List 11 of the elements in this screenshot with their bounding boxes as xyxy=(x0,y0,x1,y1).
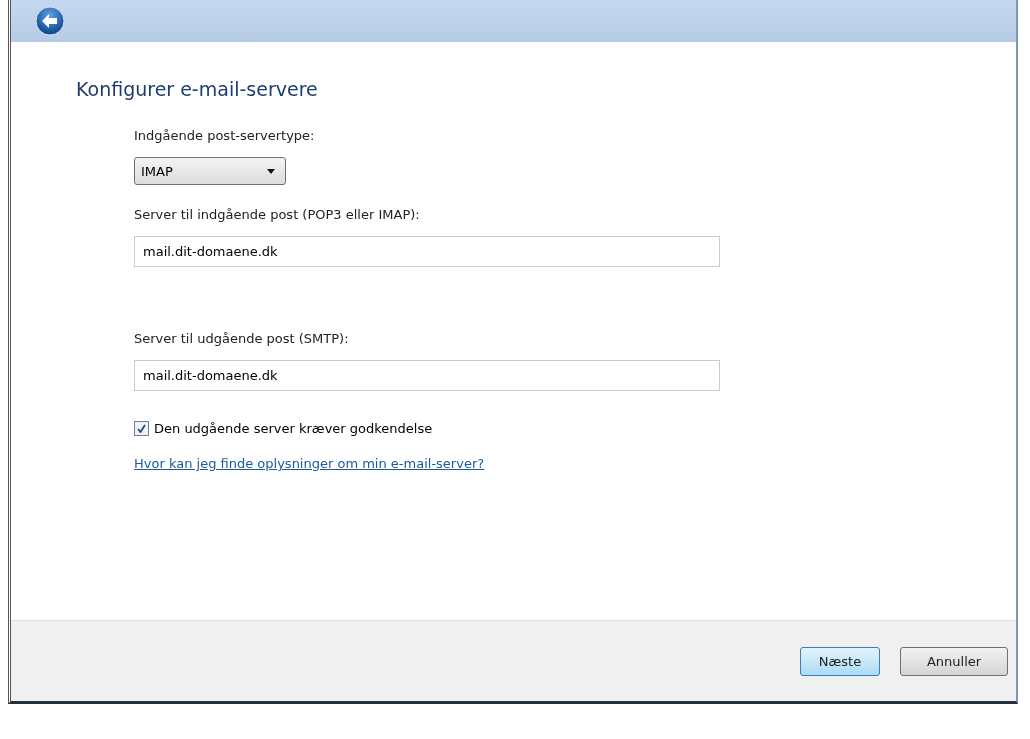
dialog-button[interactable]: Annuller xyxy=(900,646,1008,676)
field-label: Indgående post-servertype: xyxy=(134,128,316,143)
page-heading: Konfigurer e-mail-servere xyxy=(76,78,319,100)
field-label: Server til indgående post (POP3 eller IMAP): xyxy=(134,207,421,222)
help-link[interactable]: Hvor kan jeg finde oplysninger om min e-mail-server? xyxy=(134,456,485,471)
checkbox-label: Den udgående server kræver godkendelse xyxy=(154,421,433,436)
input-field[interactable]: mail.dit-domaene.dk xyxy=(134,236,720,267)
field-label: Server til udgående post (SMTP): xyxy=(134,331,350,346)
input-field[interactable]: mail.dit-domaene.dk xyxy=(134,360,720,391)
server-type-dropdown[interactable]: IMAP xyxy=(134,157,286,185)
dialog-button[interactable]: Næste xyxy=(800,646,880,676)
